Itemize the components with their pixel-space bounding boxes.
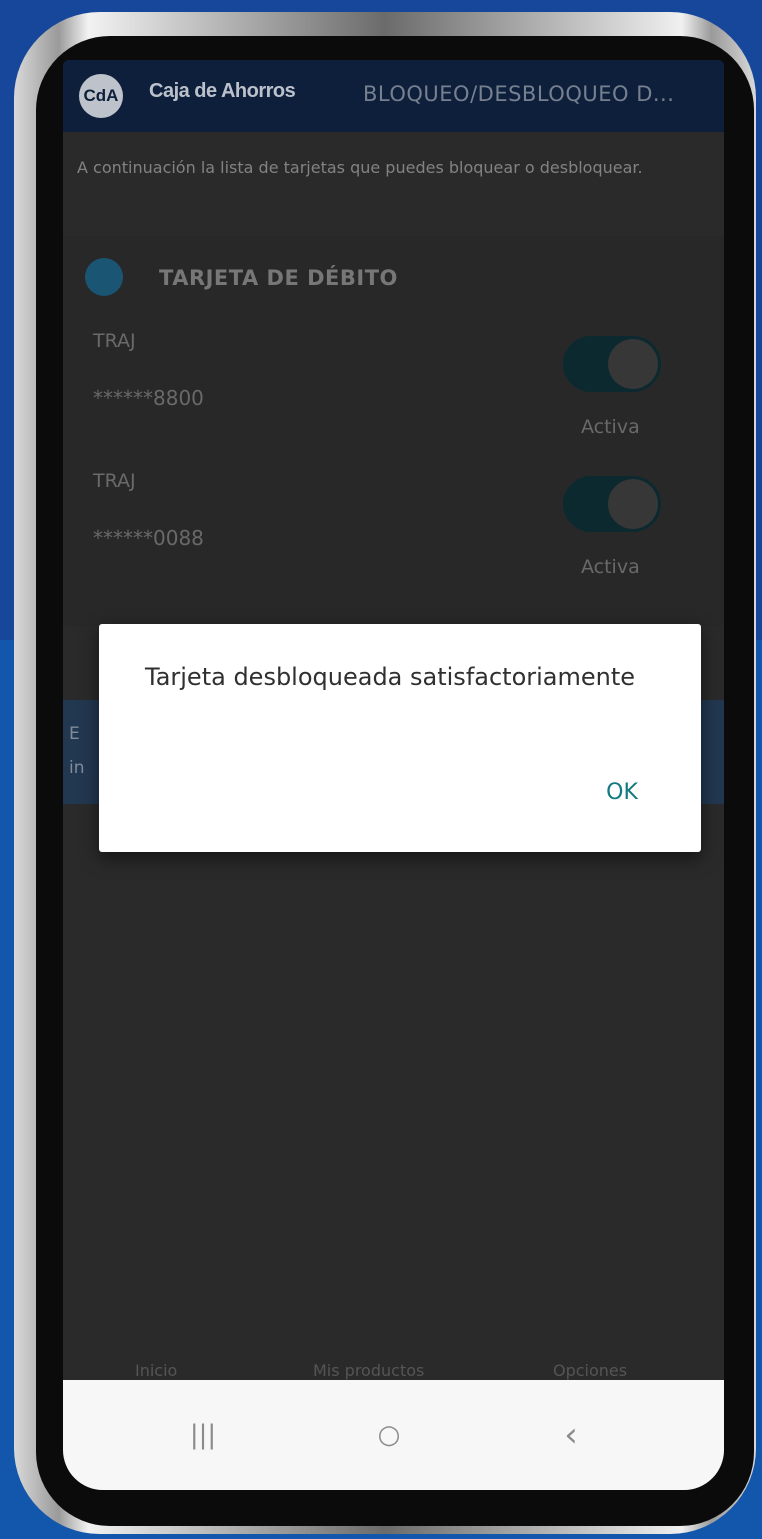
home-icon[interactable]: ○ xyxy=(359,1410,419,1460)
phone-screen: CdA Caja de Ahorros BLOQUEO/DESBLOQUEO D… xyxy=(63,60,724,1490)
alert-dialog: Tarjeta desbloqueada satisfactoriamente … xyxy=(99,624,701,852)
system-nav-bar: ||| ○ ‹ xyxy=(63,1380,724,1490)
ok-button[interactable]: OK xyxy=(587,770,657,814)
recents-icon[interactable]: ||| xyxy=(173,1410,233,1460)
back-icon[interactable]: ‹ xyxy=(541,1410,601,1460)
dialog-message: Tarjeta desbloqueada satisfactoriamente xyxy=(145,663,636,691)
